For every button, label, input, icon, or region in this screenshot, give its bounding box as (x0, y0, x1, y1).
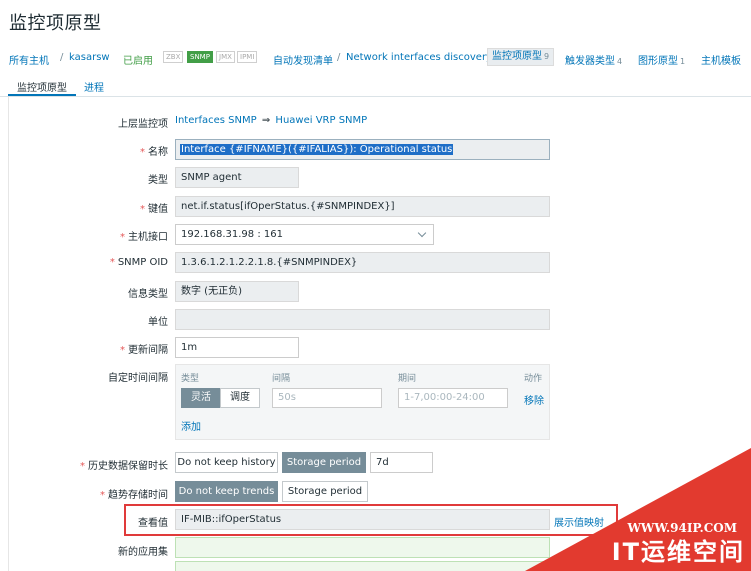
remove-interval-link[interactable]: 移除 (524, 392, 544, 407)
info-type-select[interactable]: 数字 (无正负) (175, 281, 299, 302)
history-label-text: 历史数据保留时长 (88, 461, 168, 472)
type-label: 类型 (148, 175, 168, 186)
key-input[interactable]: net.if.status[ifOperStatus.{#SNMPINDEX}] (175, 196, 550, 217)
name-label: * 名称 (140, 143, 168, 158)
parent-items-arrow: ⇒ (261, 115, 271, 126)
history-storage-period-option[interactable]: Storage period (282, 452, 366, 473)
tab-preprocessing[interactable]: 进程 (84, 79, 104, 94)
required-asterisk: * (140, 204, 145, 215)
update-interval-label: * 更新间隔 (120, 341, 168, 356)
col-type-header: 类型 (181, 374, 200, 384)
units-input[interactable] (175, 309, 550, 330)
nav-graph-prototypes[interactable]: 图形原型 1 (638, 52, 685, 67)
name-label-text: 名称 (148, 147, 168, 158)
required-asterisk: * (120, 232, 125, 243)
badge-snmp: SNMP (187, 51, 213, 63)
flexible-toggle[interactable]: 灵活 (181, 388, 221, 408)
snmp-oid-label-text: SNMP OID (117, 257, 168, 268)
chevron-down-icon (417, 228, 427, 238)
period-input[interactable]: 1-7,00:00-24:00 (398, 388, 508, 408)
required-asterisk: * (100, 490, 105, 501)
nav-item-prototypes[interactable]: 监控项原型 9 (487, 48, 555, 66)
nav-trigger-prototypes-label: 触发器类型 (565, 56, 615, 67)
trends-storage-period-option[interactable]: Storage period (282, 481, 368, 502)
update-interval-input[interactable]: 1m (175, 337, 299, 358)
name-input-value: Interface {#IFNAME}({#IFALIAS}): Operati… (180, 144, 454, 155)
page-title: 监控项原型 (9, 13, 102, 34)
watermark-logo: WWW.94IP.COM IT运维空间 (525, 448, 751, 571)
tab-item-prototype[interactable]: 监控项原型 (17, 79, 67, 94)
trends-no-keep-option[interactable]: Do not keep trends (175, 481, 278, 502)
type-select[interactable]: SNMP agent (175, 167, 299, 188)
applications-list[interactable] (175, 561, 550, 571)
units-label: 单位 (148, 317, 168, 328)
badge-ipmi: IPMI (237, 51, 258, 63)
scheduling-toggle[interactable]: 调度 (220, 388, 260, 408)
history-period-input[interactable]: 7d (370, 452, 433, 473)
breadcrumb-host[interactable]: kasarsw (69, 52, 110, 63)
key-label: * 键值 (140, 200, 168, 215)
custom-intervals-label: 自定时间间隔 (108, 373, 168, 384)
watermark-brand: IT运维空间 (611, 538, 745, 566)
new-application-input[interactable] (175, 537, 550, 558)
col-interval-header: 间隔 (272, 374, 291, 384)
host-interface-select[interactable]: 192.168.31.98 : 161 (175, 224, 434, 245)
key-label-text: 键值 (148, 204, 168, 215)
col-period-header: 期间 (398, 374, 417, 384)
new-application-label: 新的应用集 (118, 547, 168, 558)
host-interface-label: * 主机接口 (120, 228, 168, 243)
required-asterisk: * (120, 345, 125, 356)
col-action-header: 动作 (524, 374, 543, 384)
badge-jmx: JMX (216, 51, 235, 63)
snmp-oid-input[interactable]: 1.3.6.1.2.1.2.2.1.8.{#SNMPINDEX} (175, 252, 550, 273)
history-no-keep-option[interactable]: Do not keep history (175, 452, 278, 473)
required-asterisk: * (109, 257, 115, 268)
trends-label-text: 趋势存储时间 (108, 490, 168, 501)
breadcrumb-discovery-list[interactable]: 自动发现清单 (273, 52, 333, 67)
interval-input[interactable]: 50s (272, 388, 382, 408)
name-input[interactable]: Interface {#IFNAME}({#IFALIAS}): Operati… (175, 139, 550, 160)
parent-item-link-interfaces[interactable]: Interfaces SNMP (175, 115, 257, 126)
parent-item-link-huawei[interactable]: Huawei VRP SNMP (275, 115, 367, 126)
host-interface-label-text: 主机接口 (128, 232, 168, 243)
custom-intervals-table: 类型 间隔 期间 动作 灵活 调度 50s 1-7,00:00-24:00 移除… (175, 364, 550, 440)
nav-item-prototypes-label: 监控项原型 (492, 51, 542, 62)
trends-label: * 趋势存储时间 (100, 486, 168, 501)
update-interval-label-text: 更新间隔 (128, 345, 168, 356)
nav-trigger-prototypes[interactable]: 触发器类型 4 (565, 52, 622, 67)
snmp-oid-label: * SNMP OID (110, 257, 168, 268)
nav-item-prototypes-count: 9 (544, 52, 550, 61)
parent-items: Interfaces SNMP ⇒ Huawei VRP SNMP (175, 115, 367, 126)
breadcrumb-discovery-rule[interactable]: Network interfaces discovery (346, 52, 492, 63)
add-interval-link[interactable]: 添加 (181, 418, 201, 433)
nav-graph-prototypes-count: 1 (680, 57, 686, 66)
host-status-enabled[interactable]: 已启用 (123, 52, 153, 67)
nav-graph-prototypes-label: 图形原型 (638, 56, 678, 67)
badge-zbx: ZBX (163, 51, 184, 63)
info-type-label: 信息类型 (128, 289, 168, 300)
breadcrumb-all-hosts[interactable]: 所有主机 (9, 52, 49, 67)
host-interface-value: 192.168.31.98 : 161 (181, 229, 283, 240)
required-asterisk: * (80, 461, 85, 472)
nav-host-templates[interactable]: 主机模板 (701, 52, 741, 67)
parent-items-label: 上层监控项 (118, 119, 168, 130)
breadcrumb-separator: / (60, 52, 64, 63)
required-asterisk: * (140, 147, 145, 158)
nav-trigger-prototypes-count: 4 (617, 57, 623, 66)
host-navigation: 所有主机 / kasarsw 已启用 ZBX SNMP JMX IPMI 自动发… (0, 46, 751, 70)
history-label: * 历史数据保留时长 (80, 457, 168, 472)
breadcrumb-separator: / (337, 52, 341, 63)
